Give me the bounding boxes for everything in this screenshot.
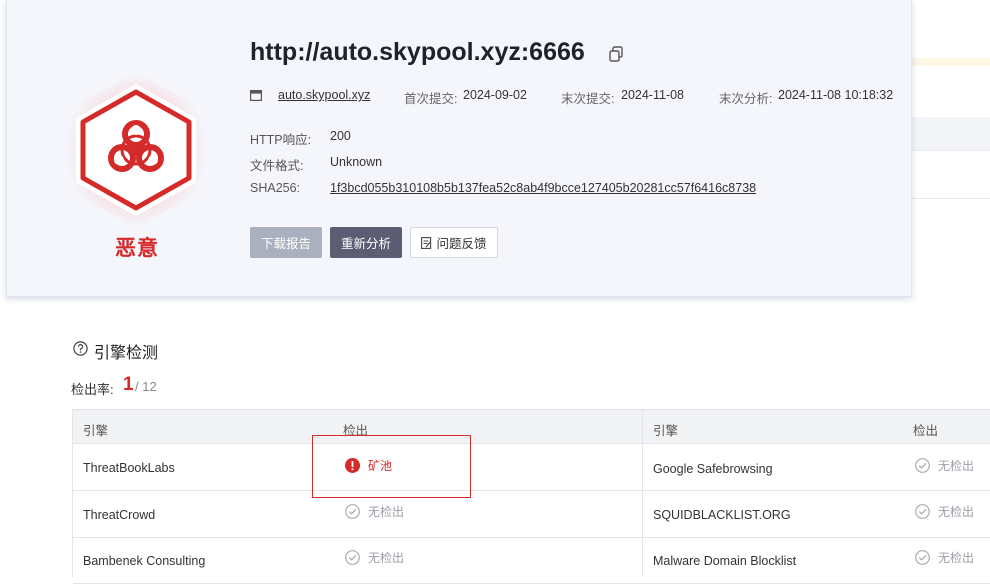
table-row: ThreatBookLabs 矿池 Google Safebrowsing 无检… (73, 444, 990, 491)
download-report-label: 下载报告 (260, 237, 311, 251)
column-divider (642, 410, 643, 577)
sha256-label: SHA256: (250, 181, 301, 195)
verdict-label: 恶意 (115, 236, 159, 260)
detection-result: 无检出 (915, 503, 974, 520)
detection-rate-label: 检出率: (71, 382, 114, 397)
engine-name: ThreatBookLabs (83, 461, 175, 475)
col-engine-right: 引擎 (653, 424, 679, 438)
background-notice-strip (905, 58, 990, 66)
feedback-label: 问题反馈 (436, 237, 487, 251)
table-row: ThreatCrowd 无检出 SQUIDBLACKLIST.ORG 无检出 (73, 491, 990, 538)
help-circle-icon[interactable] (73, 341, 88, 356)
detection-result-text: 无检出 (368, 551, 405, 565)
file-format-label: 文件格式: (250, 159, 304, 173)
http-response-value: 200 (330, 129, 351, 143)
page-title: http://auto.skypool.xyz:6666 (250, 38, 585, 66)
engine-name: ThreatCrowd (83, 508, 156, 522)
check-circle-icon (915, 504, 930, 519)
file-format-value: Unknown (330, 155, 383, 169)
annotation-highlight-box (312, 435, 471, 498)
browser-window-icon (250, 90, 262, 101)
engine-name: Bambenek Consulting (83, 554, 206, 568)
detection-result-text: 无检出 (938, 459, 975, 473)
check-circle-icon (345, 504, 360, 519)
detection-result: 无检出 (915, 457, 974, 474)
engine-table: 引擎 检出 引擎 检出 ThreatBookLabs 矿池 Google Saf… (72, 409, 990, 584)
last-analysis-label: 末次分析: (719, 92, 773, 106)
first-submit-label: 首次提交: (404, 92, 458, 106)
col-engine-left: 引擎 (83, 424, 109, 438)
meta-row: auto.skypool.xyz 首次提交: 2024-09-02 末次提交: … (250, 88, 910, 106)
detection-result: 无检出 (345, 503, 404, 520)
domain-link[interactable]: auto.skypool.xyz (278, 88, 370, 102)
background-table-header (905, 117, 990, 151)
download-report-button[interactable]: 下载报告 (250, 227, 322, 258)
engine-name: Google Safebrowsing (653, 462, 773, 476)
engine-detection-title: 引擎检测 (94, 345, 159, 362)
feedback-button[interactable]: 问题反馈 (410, 227, 498, 258)
engine-table-header: 引擎 检出 引擎 检出 (73, 410, 990, 444)
detection-total: / 12 (135, 379, 157, 394)
last-submit-label: 末次提交: (561, 92, 615, 106)
detection-result-text: 无检出 (368, 505, 405, 519)
check-circle-icon (345, 550, 360, 565)
engine-name: SQUIDBLACKLIST.ORG (653, 508, 791, 522)
feedback-edit-icon (421, 236, 432, 249)
check-circle-icon (915, 458, 930, 473)
engine-name: Malware Domain Blocklist (653, 554, 797, 568)
background-divider (905, 198, 990, 199)
last-analysis-value: 2024-11-08 10:18:32 (778, 88, 894, 102)
copy-icon[interactable] (608, 46, 624, 62)
http-response-label: HTTP响应: (250, 133, 312, 147)
sha256-link[interactable]: 1f3bcd055b310108b5b137fea52c8ab4f9bcce12… (330, 181, 756, 195)
first-submit-value: 2024-09-02 (463, 88, 527, 102)
reanalyze-label: 重新分析 (340, 237, 391, 251)
detection-result-text: 无检出 (938, 505, 975, 519)
biohazard-badge-icon (65, 72, 207, 228)
last-submit-value: 2024-11-08 (621, 88, 685, 102)
reanalyze-button[interactable]: 重新分析 (330, 227, 402, 258)
detection-result: 无检出 (345, 549, 404, 566)
detection-count: 1 (123, 374, 134, 395)
col-result-right: 检出 (913, 424, 939, 438)
detection-result: 无检出 (915, 549, 974, 566)
table-row: Bambenek Consulting 无检出 Malware Domain B… (73, 537, 990, 584)
check-circle-icon (915, 550, 930, 565)
detection-result-text: 无检出 (938, 551, 975, 565)
